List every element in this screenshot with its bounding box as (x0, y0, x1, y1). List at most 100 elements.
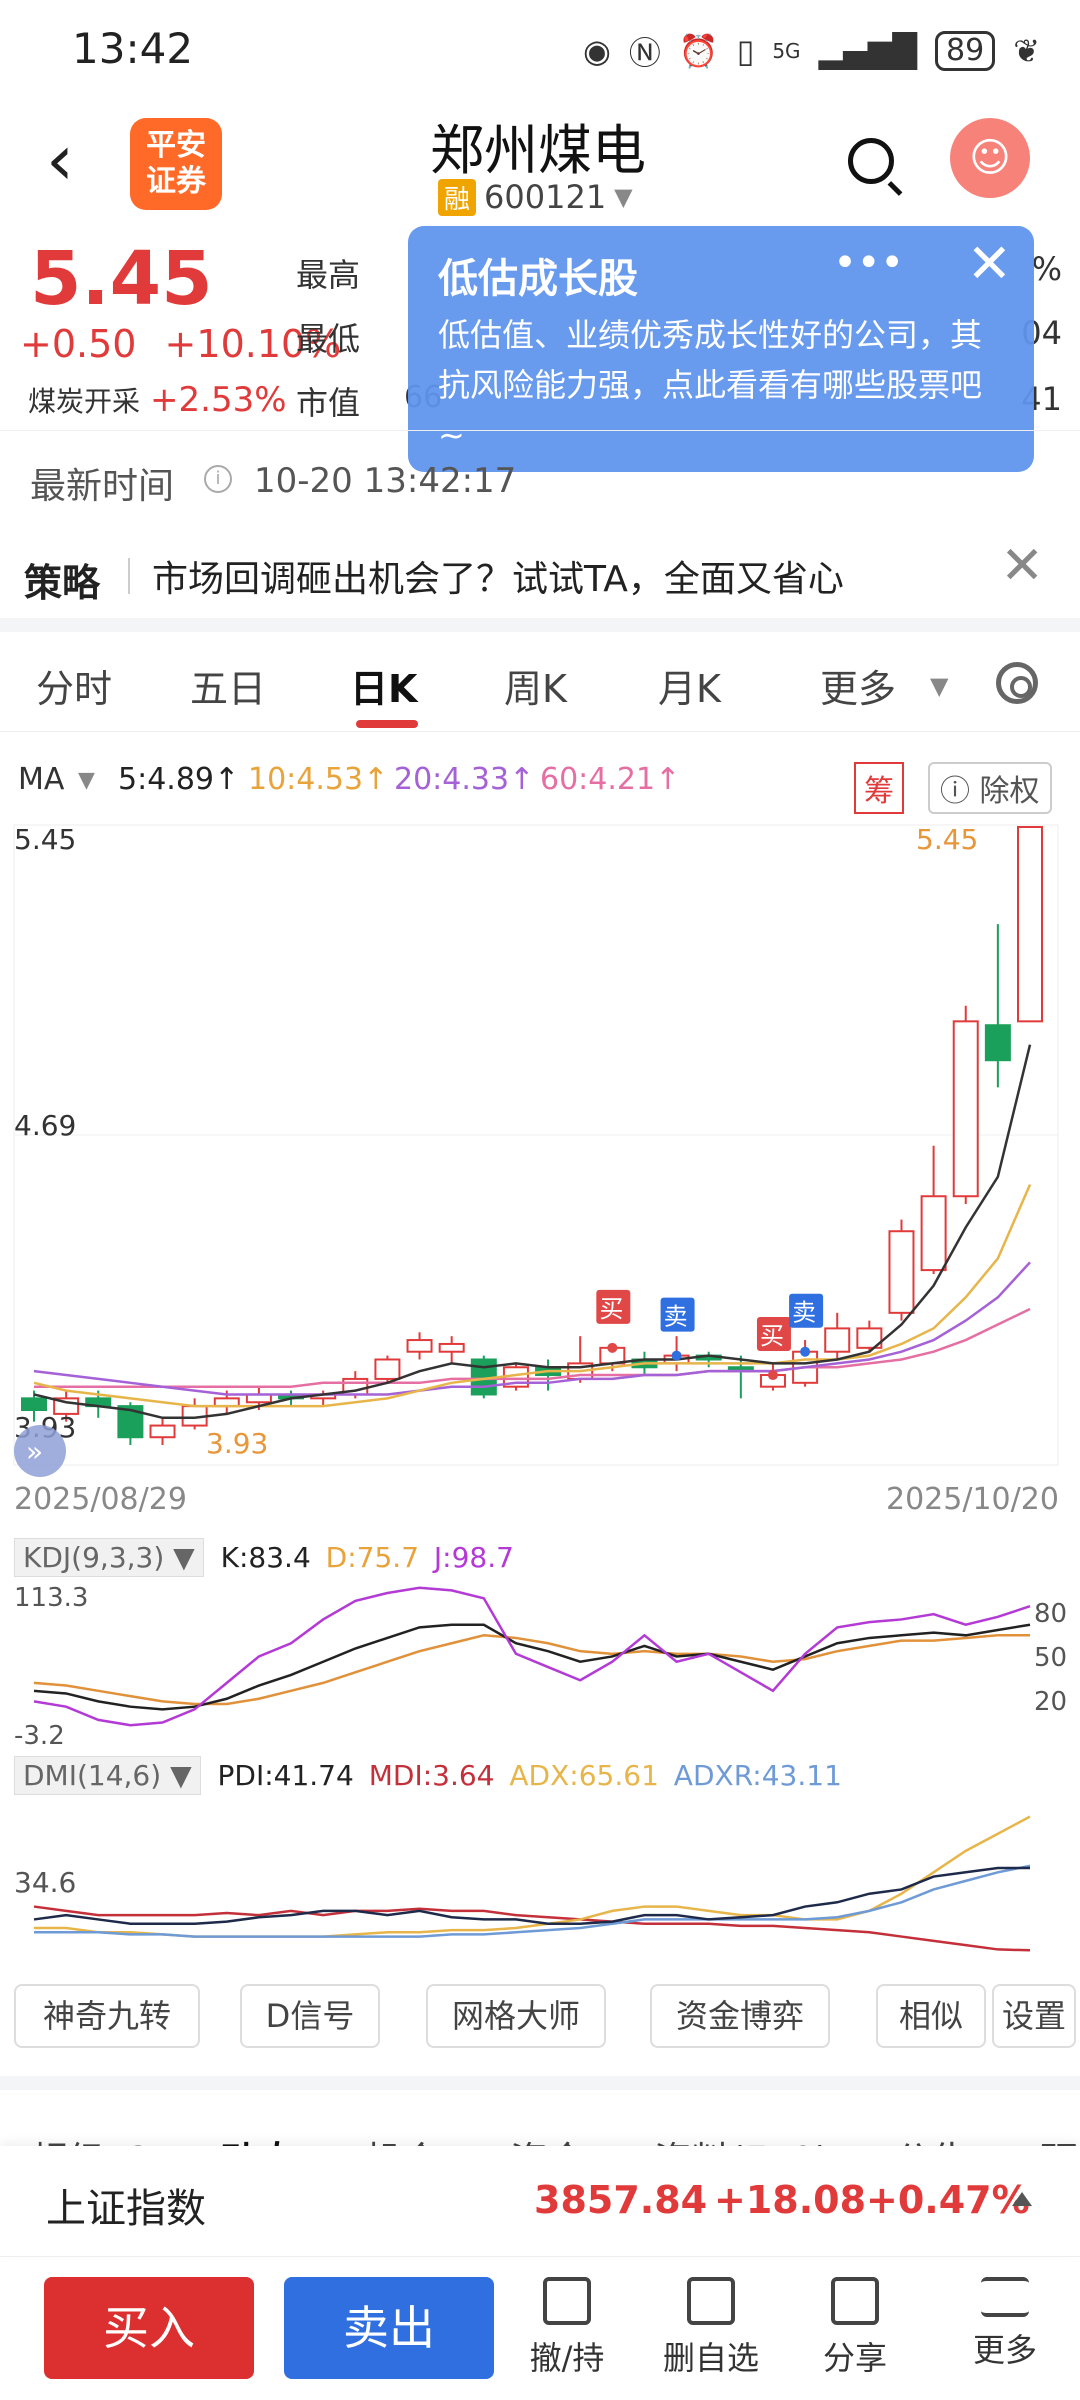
sell-point (800, 1346, 811, 1357)
tab-more[interactable]: 更多 (820, 658, 896, 713)
cancel-hold-icon (543, 2277, 591, 2325)
back-button[interactable]: ‹ (46, 125, 74, 195)
adjust-button[interactable]: ⓘ 除权 (928, 762, 1052, 814)
chip-distribution-button[interactable]: 筹 (854, 762, 904, 814)
kdj-bottom-label: -3.2 (14, 1721, 65, 1748)
chevron-down-icon: ▼ (78, 768, 95, 793)
tab-weekly-k[interactable]: 周K (504, 658, 567, 713)
label-high: 最高 (296, 256, 361, 294)
dmi-legend: DMI(14,6) ▼ PDI:41.74 MDI:3.64 ADX:65.61… (14, 1756, 842, 1795)
price-change: +0.50 +10.10% (20, 322, 341, 366)
divider (128, 558, 130, 594)
candle-body (21, 1397, 47, 1412)
candle-body (984, 1024, 1011, 1062)
tab-funds[interactable]: 资金 (510, 2130, 586, 2146)
dmi-adxr: ADXR:43.11 (673, 1759, 842, 1792)
margin-badge: 融 (438, 178, 477, 216)
y-mid-label: 4.69 (14, 1109, 76, 1142)
chevron-down-icon: ▼ (614, 183, 633, 211)
candle-body (149, 1424, 176, 1439)
info-icon[interactable]: i (204, 465, 232, 493)
minus-box-icon (687, 2277, 735, 2325)
j-line (33, 1586, 1031, 1727)
tool-similar[interactable]: 相似 (876, 1984, 986, 2048)
change-value: +0.50 (20, 322, 137, 366)
broker-logo[interactable]: 平安 证券 (130, 118, 222, 210)
cancel-hold-button[interactable]: 撤/持 (512, 2277, 622, 2379)
index-ticker[interactable]: 上证指数 3857.84 +18.08 +0.47% (0, 2146, 1080, 2256)
label-cap: 市值 (296, 384, 361, 422)
low-annotation: 3.93 (206, 1427, 268, 1460)
ma-legend: MA ▼ 5:4.89↑ 10:4.53↑ 20:4.33↑ 60:4.21↑ … (0, 752, 1080, 814)
high-annotation: 5.45 (916, 823, 978, 856)
tab-profile-f10[interactable]: 资料(F10) (654, 2130, 830, 2146)
tab-daily-k[interactable]: 日K (350, 658, 417, 713)
candle-body (824, 1327, 851, 1353)
ma-label[interactable]: MA (18, 762, 64, 797)
share-icon (831, 2277, 879, 2325)
right-value-1: % (1031, 250, 1062, 288)
tab-five-day[interactable]: 五日 (190, 658, 266, 713)
close-icon[interactable]: ✕ (1000, 536, 1044, 596)
remove-watchlist-button[interactable]: 删自选 (656, 2277, 766, 2379)
kdj-top-label: 113.3 (14, 1583, 88, 1613)
tool-fund-game[interactable]: 资金博弈 (650, 1984, 830, 2048)
dmi-lines-group (33, 1815, 1031, 1952)
tab-monthly-k[interactable]: 月K (658, 658, 721, 713)
info-icon: ⓘ (940, 774, 980, 809)
candle-body (952, 1020, 979, 1198)
tab-announcements[interactable]: 公告 (894, 2130, 970, 2146)
candle-body (1017, 826, 1043, 1023)
trade-markers-group: 买卖买卖 (596, 1289, 824, 1381)
index-value: 3857.84 (534, 2178, 708, 2222)
strategy-text: 市场回调砸出机会了？试试TA，全面又省心 (152, 559, 844, 600)
label-low: 最低 (296, 320, 361, 358)
tab-research[interactable]: 研 (1040, 2130, 1078, 2146)
adx-line (34, 1815, 1031, 1938)
dmi-chart[interactable]: 34.6 (0, 1796, 1080, 1968)
nfc-icon: Ⓝ (628, 34, 661, 72)
candle-body (374, 1358, 401, 1380)
more-button[interactable]: 更多 (950, 2277, 1060, 2371)
share-button[interactable]: 分享 (800, 2277, 910, 2379)
tab-opportunity[interactable]: 机会 (364, 2130, 440, 2146)
tool-d-signal[interactable]: D信号 (240, 1984, 380, 2048)
close-icon[interactable]: ✕ (967, 232, 1012, 295)
kdj-level-50: 50 (1034, 1643, 1067, 1673)
buy-button[interactable]: 买入 (44, 2277, 254, 2379)
kdj-legend: KDJ(9,3,3) ▼ K:83.4 D:75.7 J:98.7 (14, 1538, 514, 1577)
tool-grid-master[interactable]: 网格大师 (426, 1984, 606, 2048)
tab-super-l2[interactable]: 超级L2 (30, 2130, 151, 2146)
chevron-up-icon[interactable] (1012, 2192, 1032, 2206)
candlestick-chart[interactable]: 买卖买卖 5.45 4.69 3.93 5.45 3.93 » 2025/08/… (0, 815, 1080, 1535)
candles-group (21, 826, 1043, 1445)
vibrate-icon: ▯ (736, 32, 755, 70)
chevron-down-icon: ▼ (930, 672, 949, 700)
bottom-action-bar: 买入 卖出 撤/持 删自选 分享 更多 (0, 2256, 1080, 2400)
k-line (33, 1623, 1031, 1711)
gear-icon[interactable] (996, 662, 1038, 704)
tool-settings[interactable]: 设置 (992, 1984, 1076, 2048)
kdj-selector[interactable]: KDJ(9,3,3) ▼ (14, 1538, 204, 1577)
more-icon[interactable]: ••• (833, 240, 904, 286)
stock-name: 郑州煤电 (430, 119, 646, 182)
sell-marker-label: 卖 (664, 1303, 688, 1331)
strategy-banner[interactable]: 策略 市场回调砸出机会了？试试TA，全面又省心 ✕ (0, 520, 1080, 632)
sell-button[interactable]: 卖出 (284, 2277, 494, 2379)
adjust-label: 除权 (979, 774, 1040, 809)
more-label: 更多 (972, 2331, 1037, 2369)
stock-code: 600121 (484, 178, 607, 216)
kdj-level-20: 20 (1034, 1687, 1067, 1717)
tab-intraday[interactable]: 分时 (36, 658, 112, 713)
sector-row[interactable]: 煤炭开采 +2.53% (28, 380, 287, 420)
dmi-label: DMI(14,6) (23, 1759, 162, 1792)
stock-code-selector[interactable]: 融 600121 ▼ (438, 178, 633, 216)
status-time: 13:42 (72, 24, 194, 73)
kdj-chart[interactable]: 113.3 -3.2 80 50 20 (0, 1578, 1080, 1748)
ma60-value: 60:4.21↑ (540, 762, 681, 797)
tool-magic-nine[interactable]: 神奇九转 (14, 1984, 200, 2048)
search-icon[interactable] (848, 138, 894, 184)
tab-dynamics[interactable]: 动态 (220, 2130, 296, 2146)
dmi-selector[interactable]: DMI(14,6) ▼ (14, 1756, 201, 1795)
assistant-avatar[interactable]: ☺ (950, 118, 1030, 198)
